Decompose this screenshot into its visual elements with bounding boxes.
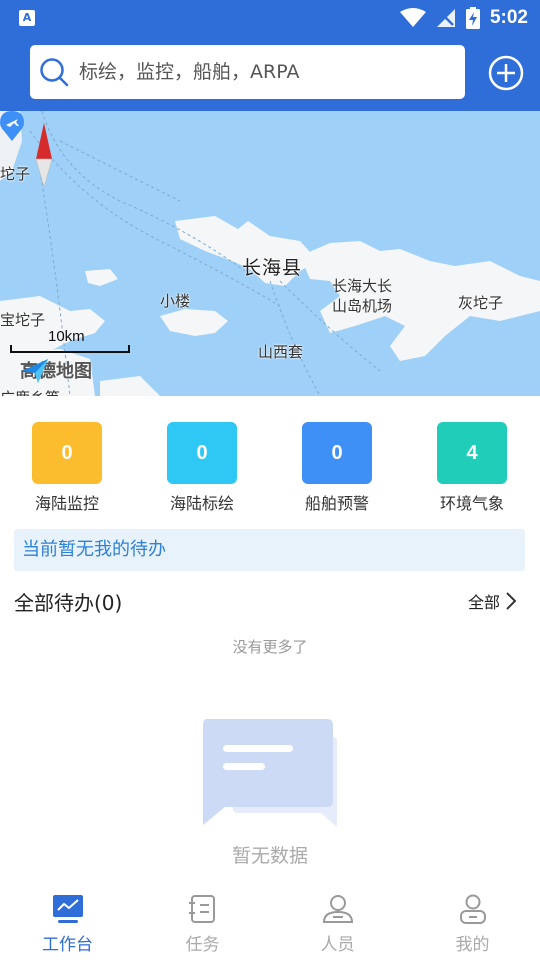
empty-message-icon [203,719,337,827]
map-label-airport-2: 山岛机场 [332,297,393,315]
map-label-tuozi: 坨子 [0,165,31,183]
tile-label: 船舶预警 [304,494,369,513]
status-time: 5:02 [489,7,528,28]
tile-ship-warning[interactable]: 0 船舶预警 [302,422,372,514]
no-more-text: 没有更多了 [232,638,308,656]
map-label-baotuozi: 宝坨子 [0,311,46,329]
tile-count: 0 [32,422,102,484]
map-label-bottom: 广鹿乡等 [0,387,60,396]
tile-count: 4 [437,422,507,484]
search-bar[interactable] [30,45,465,99]
map-provider-logo: 高德地图 [20,357,92,383]
map-label-county: 长海县 [242,257,303,279]
search-icon [40,58,69,87]
nav-profile[interactable]: 我的 [405,880,540,960]
tile-label: 环境气象 [439,494,504,513]
nav-tasks[interactable]: 任务 [135,880,270,960]
map-scale-label: 10km [48,328,85,345]
map-label-huituozi: 灰坨子 [458,294,504,312]
tile-land-sea-monitoring[interactable]: 0 海陆监控 [32,422,102,514]
wifi-icon [399,8,426,27]
tile-count: 0 [302,422,372,484]
status-icons: 5:02 [399,6,528,30]
nav-label: 任务 [185,935,220,955]
tile-land-sea-plotting[interactable]: 0 海陆标绘 [167,422,237,514]
map-scale-bar [10,345,130,353]
todo-section-title: 全部待办(0) [14,591,123,615]
add-button[interactable] [488,55,524,91]
nav-label: 工作台 [42,935,93,955]
map-label-airport-1: 长海大长 [332,277,393,295]
map-label-shanxitao: 山西套 [258,343,304,361]
bottom-navigation: 工作台 任务 人员 我的 [0,880,540,960]
task-list-icon [189,895,215,923]
map-view[interactable]: 坨子 长海县 长海大长 山岛机场 小楼 宝坨子 灰坨子 山西套 广鹿乡等 10k… [0,111,540,396]
view-all-todos-link[interactable]: 全部 [468,589,517,613]
profile-icon [460,894,486,924]
quick-tiles: 0 海陆监控 0 海陆标绘 0 船舶预警 4 环境气象 [0,422,540,517]
nav-workbench[interactable]: 工作台 [0,880,135,960]
tile-label: 海陆监控 [34,494,99,513]
empty-state-text: 暂无数据 [231,845,308,867]
map-label-xiaolou: 小楼 [160,292,191,310]
nav-personnel[interactable]: 人员 [270,880,405,960]
tile-label: 海陆标绘 [169,494,234,513]
dashboard-icon [53,895,83,923]
amap-logo-icon [22,359,48,383]
airport-icon[interactable] [0,111,24,141]
app-notification-icon: A [19,10,35,26]
chevron-right-icon [506,592,517,610]
tile-count: 0 [167,422,237,484]
status-bar: A 5:02 [0,0,540,36]
nav-label: 人员 [320,935,355,955]
personnel-icon [322,895,354,923]
search-input[interactable] [79,61,465,83]
my-todo-banner: 当前暂无我的待办 [14,529,525,571]
tile-environment-weather[interactable]: 4 环境气象 [437,422,507,514]
battery-charging-icon [465,7,480,29]
view-all-label: 全部 [468,593,501,612]
no-signal-icon [436,9,455,27]
app-header: A 5:02 [0,0,540,111]
compass-north [36,123,52,159]
nav-label: 我的 [455,935,490,955]
